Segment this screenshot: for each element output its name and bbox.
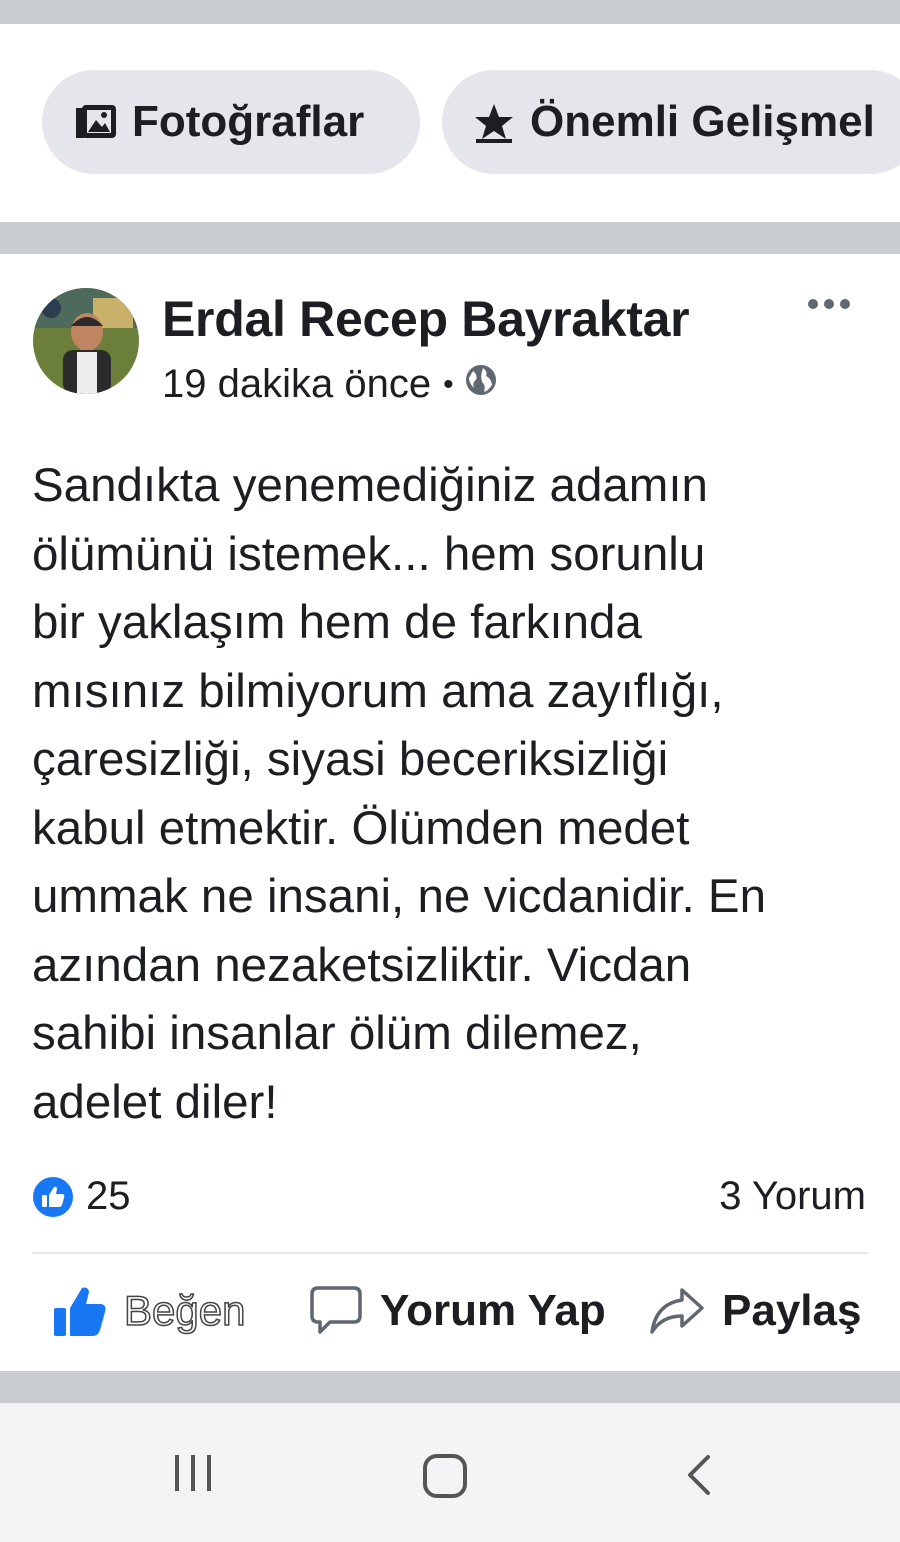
section-separator [0,222,900,254]
author-name[interactable]: Erdal Recep Bayraktar [162,290,690,348]
recent-apps-icon [175,1455,211,1491]
comment-button[interactable]: Yorum Yap [308,1284,606,1338]
recent-apps-button[interactable] [172,1453,214,1498]
home-button[interactable] [422,1453,468,1504]
comment-bubble-icon [308,1284,364,1338]
reaction-count: 25 [86,1174,131,1218]
top-separator [0,0,900,24]
thumbs-up-icon [52,1284,108,1338]
photos-tab[interactable]: Fotoğraflar [42,70,420,174]
post-card: Erdal Recep Bayraktar 19 dakika önce • S… [0,254,900,1371]
back-chevron-icon [688,1455,710,1495]
home-icon [423,1454,467,1498]
bottom-separator [0,1371,900,1403]
post-meta: 19 dakika önce • [162,362,498,407]
like-button[interactable]: Beğen [52,1284,246,1338]
share-button[interactable]: Paylaş [648,1284,861,1338]
photo-icon [74,102,118,142]
highlights-tab-label: Önemli Gelişmel [530,97,875,146]
post-timestamp[interactable]: 19 dakika önce [162,362,431,407]
share-arrow-icon [648,1284,706,1338]
comment-count[interactable]: 3 Yorum [719,1174,866,1219]
like-button-label: Beğen [123,1286,246,1335]
like-reaction-icon [32,1176,74,1218]
highlights-tab[interactable]: Önemli Gelişmel [442,70,900,174]
android-navigation-bar [0,1403,900,1542]
comment-button-label: Yorum Yap [380,1286,606,1335]
meta-separator-dot: • [443,367,454,401]
reaction-summary[interactable]: 25 [32,1174,131,1219]
photos-tab-label: Fotoğraflar [132,97,365,146]
star-icon [472,101,516,143]
share-button-label: Paylaş [722,1286,862,1335]
back-button[interactable] [684,1453,714,1502]
more-options-button[interactable] [806,294,852,314]
avatar[interactable] [33,288,139,394]
globe-icon [464,362,498,407]
post-text: Sandıkta yenemediğiniz adamın ölümünü is… [32,459,767,1129]
action-divider [32,1252,868,1254]
